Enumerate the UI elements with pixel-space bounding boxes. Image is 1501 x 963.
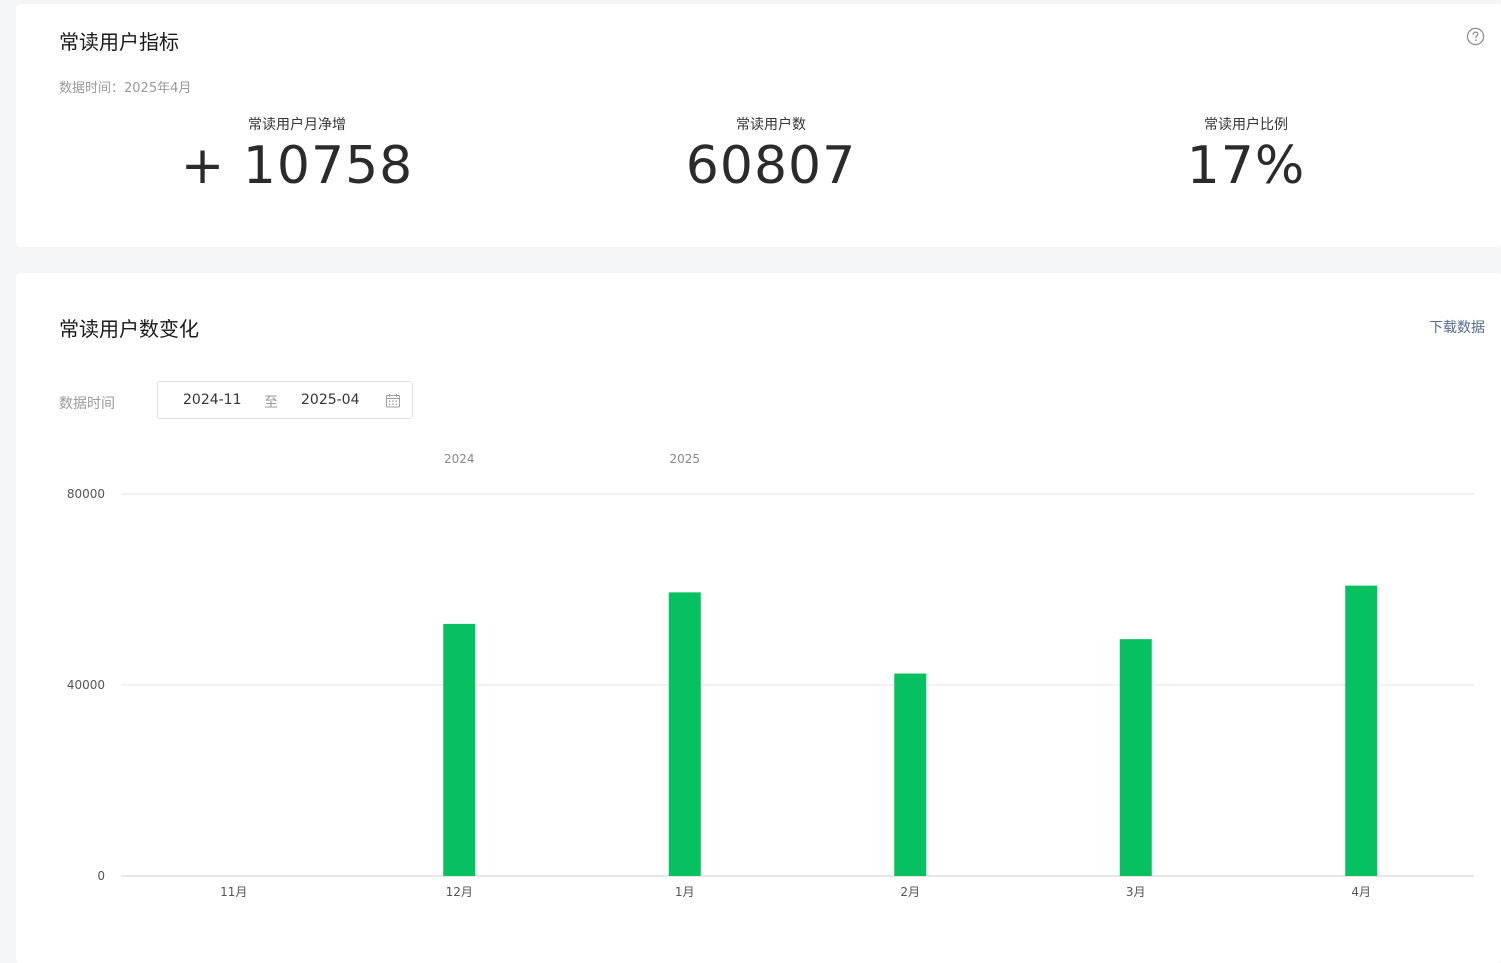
metric-label: 常读用户月净增 [248,117,346,133]
year-label: 2024 [444,452,475,466]
bar-5 [1119,639,1152,876]
trend-card: 0 40000 80000 11月 12月 1月 2月 3月 4月 2024 2025 常读用户数变… [16,273,1501,963]
metric-net-growth: 常读用户月净增 + 10758 [137,114,457,196]
metric-user-ratio: 常读用户比例 17% [1086,114,1406,196]
metrics-card-title: 常读用户指标 [59,30,179,54]
range-label: 数据时间 [59,396,115,412]
download-data-link[interactable]: 下载数据 [1429,317,1485,337]
x-tick-label: 3月 [1126,885,1146,899]
metric-user-count: 常读用户数 60807 [611,114,931,196]
bar-6 [1345,585,1378,876]
calendar-icon[interactable] [385,393,401,409]
metric-value: 60807 [685,136,857,196]
x-tick-label: 11月 [220,885,247,899]
year-label: 2025 [669,452,700,466]
question-circle-icon[interactable] [1466,27,1485,46]
x-tick-label: 4月 [1351,885,1371,899]
metric-label: 常读用户数 [736,117,806,133]
range-end-value[interactable]: 2025-04 [301,392,360,408]
y-tick-label: 80000 [67,487,105,501]
metric-label: 常读用户比例 [1204,117,1288,133]
range-start-value[interactable]: 2024-11 [183,392,242,408]
metrics-card: 常读用户指标 数据时间：2025年4月 常读用户月净增 + 10758 常读用户… [16,4,1501,247]
range-separator: 至 [264,395,278,411]
x-tick-label: 1月 [675,885,695,899]
y-tick-label: 0 [97,869,105,883]
bar-4 [894,673,927,876]
trend-card-title: 常读用户数变化 [59,317,199,341]
x-tick-label: 2月 [900,885,920,899]
bar-2 [443,623,476,876]
metric-value: 17% [1186,136,1306,196]
bar-3 [668,592,701,876]
x-tick-label: 12月 [446,885,473,899]
metric-value: + 10758 [180,136,414,196]
bar-chart: 0 40000 80000 11月 12月 1月 2月 3月 4月 2024 2025 [67,452,1474,899]
date-range-picker[interactable]: 2024-11 至 2025-04 [157,381,413,419]
y-tick-label: 40000 [67,678,105,692]
metrics-data-time: 数据时间：2025年4月 [59,81,192,96]
